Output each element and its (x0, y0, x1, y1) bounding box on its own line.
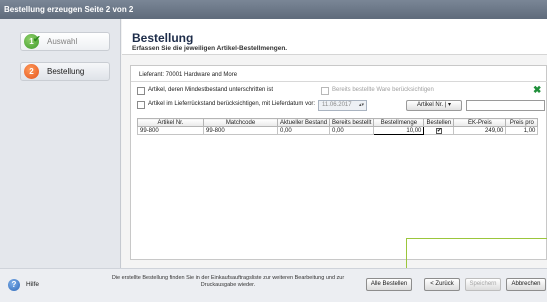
page-header: Bestellung Erfassen Sie die jeweiligen A… (122, 19, 547, 55)
step-label-auswahl: Auswahl (47, 37, 78, 46)
bereits-bestellt-checkbox[interactable] (321, 87, 329, 95)
artikel-nr-dropdown[interactable]: Artikel Nr. | ▾ (406, 100, 462, 111)
spinner-icon[interactable]: ▴▾ (359, 101, 364, 110)
search-input[interactable] (466, 100, 545, 111)
col-bestellmenge[interactable]: Bestellmenge (373, 118, 425, 127)
checkmark-icon: ✔ (33, 34, 41, 44)
help-link[interactable]: Hilfe (26, 281, 39, 288)
help-icon[interactable]: ? (8, 279, 20, 291)
table-header-row: Artikel Nr. Matchcode Aktueller Bestand … (137, 118, 539, 127)
cell-ek-preis: 249,00 (453, 126, 507, 135)
step-auswahl[interactable]: 1 ✔ Auswahl (20, 32, 110, 51)
page-title: Bestellung (132, 31, 194, 45)
window-title: Bestellung erzeugen Seite 2 von 2 (0, 0, 547, 19)
cell-aktueller-bestand: 0,00 (276, 126, 331, 135)
bereits-bestellt-label: Bereits bestellte Ware berücksichtigen (332, 87, 434, 93)
col-bestellen[interactable]: Bestellen (423, 118, 455, 127)
col-ek-preis[interactable]: EK-Preis (453, 118, 507, 127)
divider (131, 81, 547, 82)
step-bestellung[interactable]: 2 Bestellung (20, 62, 110, 81)
step-number-2: 2 (24, 64, 39, 79)
callout-line (406, 238, 547, 239)
step-label-bestellung: Bestellung (47, 67, 85, 76)
col-bereits-bestellt[interactable]: Bereits bestellt (329, 118, 375, 127)
alle-bestellen-button[interactable]: Alle Bestellen (366, 278, 412, 291)
col-artikel-nr[interactable]: Artikel Nr. (137, 118, 204, 127)
col-aktueller-bestand[interactable]: Aktueller Bestand (276, 118, 331, 127)
supplier-label: Lieferant: 70001 Hardware and More (139, 72, 238, 78)
artikel-nr-label: Artikel Nr. (417, 102, 444, 108)
abbrechen-button[interactable]: Abbrechen (506, 278, 546, 291)
footer-info-text: Die erstellte Bestellung finden Sie in d… (111, 275, 345, 288)
cell-preis-pro: 1,00 (505, 126, 539, 135)
lieferrueckstand-label: Artikel im Lieferrückstand berücksichtig… (148, 101, 316, 107)
page-subtitle: Erfassen Sie die jeweiligen Artikel-Best… (132, 45, 288, 52)
col-preis-pro[interactable]: Preis pro (505, 118, 539, 127)
dropdown-arrow-icon: | ▾ (444, 102, 451, 108)
wizard-window: Bestellung erzeugen Seite 2 von 2 1 ✔ Au… (0, 0, 547, 302)
lieferdatum-value: 11.06.2017 (322, 102, 352, 108)
cell-bereits-bestellt: 0,00 (329, 126, 375, 135)
order-panel: Lieferant: 70001 Hardware and More Artik… (130, 65, 547, 260)
main-area: Bestellung Erfassen Sie die jeweiligen A… (122, 19, 547, 268)
lieferrueckstand-checkbox[interactable] (137, 101, 145, 109)
bestellmenge-input[interactable]: 10,00 (373, 126, 425, 135)
cell-bestellen: ✔ (423, 126, 455, 135)
col-matchcode[interactable]: Matchcode (203, 118, 278, 127)
speichern-button[interactable]: Speichern (465, 278, 501, 291)
wizard-sidebar: 1 ✔ Auswahl 2 Bestellung (0, 19, 121, 268)
table-row[interactable]: 99-800 99-800 0,00 0,00 10,00 ✔ 249,00 1… (137, 126, 539, 135)
mindestbestand-checkbox[interactable] (137, 87, 145, 95)
excel-export-icon[interactable]: ✖ (533, 86, 542, 96)
zurueck-button[interactable]: < Zurück (424, 278, 460, 291)
mindestbestand-label: Artikel, deren Mindestbestand unterschri… (148, 87, 274, 93)
cell-artikel-nr: 99-800 (137, 126, 204, 135)
bestellen-checkbox[interactable]: ✔ (435, 127, 442, 134)
lieferdatum-field[interactable]: 11.06.2017 ▴▾ (318, 100, 367, 111)
wizard-footer: ? Hilfe Die erstellte Bestellung finden … (0, 268, 547, 302)
cell-matchcode: 99-800 (203, 126, 278, 135)
order-table: Artikel Nr. Matchcode Aktueller Bestand … (137, 118, 539, 135)
